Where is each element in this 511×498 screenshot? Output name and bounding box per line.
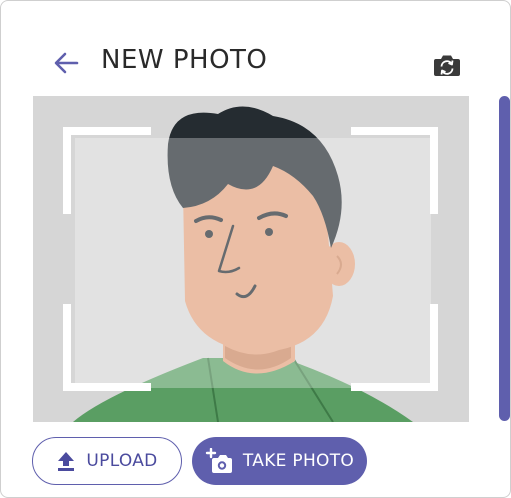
upload-icon (56, 450, 76, 472)
camera-preview[interactable] (33, 96, 469, 422)
page-title: NEW PHOTO (101, 45, 268, 75)
take-photo-button[interactable]: TAKE PHOTO (192, 437, 367, 485)
back-button[interactable] (49, 49, 83, 81)
upload-label: UPLOAD (86, 451, 158, 471)
take-photo-label: TAKE PHOTO (242, 451, 355, 471)
switch-camera-icon (433, 52, 461, 82)
arrow-left-icon (53, 51, 79, 79)
upload-button[interactable]: UPLOAD (32, 437, 182, 485)
dialog-header: NEW PHOTO (1, 37, 510, 89)
avatar-illustration (33, 96, 469, 422)
vertical-scrollbar[interactable] (499, 96, 510, 421)
action-bar: UPLOAD TAKE PHOTO (32, 437, 472, 487)
switch-camera-button[interactable] (431, 51, 463, 83)
new-photo-dialog: NEW PHOTO UPLOAD TAKE PHOTO (0, 0, 511, 498)
add-photo-icon (205, 448, 233, 474)
